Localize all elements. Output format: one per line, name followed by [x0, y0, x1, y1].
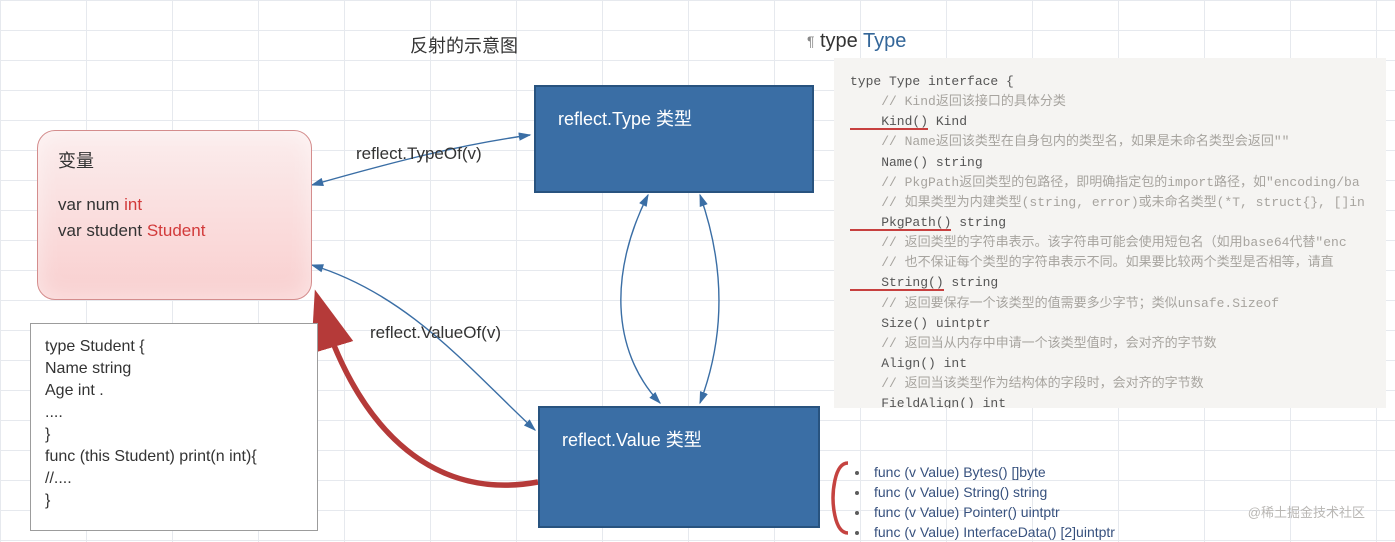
var-line-2-pre: var student: [58, 221, 147, 240]
doc-m1b: Kind: [928, 114, 967, 129]
var-line-2: var student Student: [58, 221, 291, 241]
doc-c9: // 返回当该类型作为结构体的字段时，会对齐的字节数: [850, 374, 1370, 394]
var-line-1: var num int: [58, 195, 291, 215]
doc-m2: Name() string: [850, 153, 1370, 173]
watermark: @稀土掘金技术社区: [1248, 502, 1365, 521]
doc-panel: type Type interface { // Kind返回该接口的具体分类 …: [834, 58, 1386, 408]
value-func-4: func (v Value) InterfaceData() [2]uintpt…: [870, 522, 1115, 542]
doc-c3: // PkgPath返回类型的包路径，即明确指定包的import路径，如"enc…: [850, 173, 1370, 193]
value-func-1: func (v Value) Bytes() []byte: [870, 462, 1115, 482]
var-line-1-kw: int: [124, 195, 142, 214]
doc-c2: // Name返回该类型在自身包内的类型名，如果是未命名类型会返回"": [850, 132, 1370, 152]
doc-title: type Type: [820, 30, 906, 53]
doc-m7a: FieldAlign(): [850, 398, 975, 408]
struct-l7: //....: [45, 468, 303, 490]
doc-m5: Size() uintptr: [850, 314, 1370, 334]
doc-c8: // 返回当从内存中申请一个该类型值时，会对齐的字节数: [850, 334, 1370, 354]
doc-m4b: string: [944, 275, 999, 290]
doc-m7: FieldAlign() int: [850, 394, 1370, 408]
struct-l1: type Student {: [45, 336, 303, 358]
value-func-3: func (v Value) Pointer() uintptr: [870, 502, 1115, 522]
struct-l5: }: [45, 424, 303, 446]
diagram-title: 反射的示意图: [410, 32, 518, 58]
doc-m3: PkgPath() string: [850, 213, 1370, 233]
variable-box: 变量 var num int var student Student: [37, 130, 312, 300]
label-typeof: reflect.TypeOf(v): [356, 144, 482, 164]
doc-m4a: String(): [850, 277, 944, 291]
doc-l0: type Type interface {: [850, 72, 1370, 92]
doc-m7b: int: [975, 396, 1006, 408]
reflect-value-box: reflect.Value 类型: [538, 406, 820, 528]
doc-title-kw: type: [820, 30, 863, 52]
value-func-2: func (v Value) String() string: [870, 482, 1115, 502]
doc-m1: Kind() Kind: [850, 112, 1370, 132]
doc-m4: String() string: [850, 273, 1370, 293]
doc-m3a: PkgPath(): [850, 217, 951, 231]
reflect-type-label: reflect.Type 类型: [558, 105, 692, 131]
doc-c6: // 也不保证每个类型的字符串表示不同。如果要比较两个类型是否相等，请直: [850, 253, 1370, 273]
struct-l2: Name string: [45, 358, 303, 380]
value-funcs-list: func (v Value) Bytes() []byte func (v Va…: [850, 462, 1115, 542]
doc-c7: // 返回要保存一个该类型的值需要多少字节；类似unsafe.Sizeof: [850, 294, 1370, 314]
doc-m6: Align() int: [850, 354, 1370, 374]
reflect-value-label: reflect.Value 类型: [562, 426, 702, 452]
var-box-title: 变量: [58, 147, 291, 173]
struct-l3: Age int .: [45, 380, 303, 402]
doc-title-name: Type: [863, 30, 906, 52]
doc-c5: // 返回类型的字符串表示。该字符串可能会使用短包名（如用base64代替"en…: [850, 233, 1370, 253]
struct-l4: ....: [45, 402, 303, 424]
var-line-1-pre: var num: [58, 195, 124, 214]
doc-c1: // Kind返回该接口的具体分类: [850, 92, 1370, 112]
doc-m1a: Kind(): [850, 116, 928, 130]
struct-l6: func (this Student) print(n int){: [45, 446, 303, 468]
doc-c4: // 如果类型为内建类型(string, error)或未命名类型(*T, st…: [850, 193, 1370, 213]
doc-m3b: string: [951, 215, 1006, 230]
label-valueof: reflect.ValueOf(v): [370, 323, 501, 343]
struct-l8: }: [45, 490, 303, 512]
var-line-2-kw: Student: [147, 221, 206, 240]
anchor-icon: ¶: [807, 33, 815, 49]
reflect-type-box: reflect.Type 类型: [534, 85, 814, 193]
struct-box: type Student { Name string Age int . ...…: [30, 323, 318, 531]
